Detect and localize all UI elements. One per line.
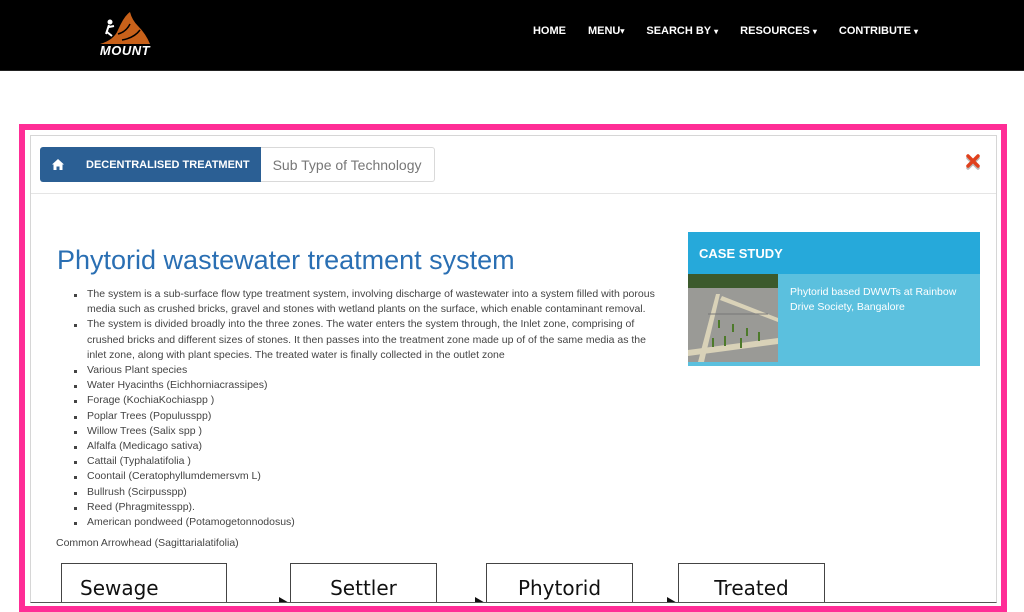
description-list: The system is a sub-surface flow type tr…: [57, 287, 667, 530]
arrow-right-icon: [667, 597, 676, 602]
nav-search-by-label: SEARCH BY: [646, 25, 712, 37]
caret-down-icon: ▾: [812, 26, 817, 36]
caret-down-icon: ▾: [913, 26, 918, 36]
home-icon: [52, 159, 64, 170]
flow-step-phytorid: Phytorid: [486, 563, 633, 602]
modal-panel: DECENTRALISED TREATMENT Sub Type of Tech…: [30, 135, 997, 603]
case-study-image[interactable]: [688, 274, 778, 362]
nav-resources[interactable]: RESOURCES ▾: [729, 25, 828, 37]
nav-search-by[interactable]: SEARCH BY ▾: [635, 25, 729, 37]
nav-home[interactable]: HOME: [522, 25, 577, 37]
list-item: Bullrush (Scirpusspp): [74, 485, 667, 500]
mountain-logo-icon: [100, 12, 150, 44]
list-item: Alfalfa (Medicago sativa): [74, 439, 667, 454]
list-item: Reed (Phragmitesspp).: [74, 500, 667, 515]
arrow-right-icon: [279, 597, 288, 602]
phytorid-bed-photo: [688, 274, 778, 362]
flow-step-sewage: Sewage: [61, 563, 227, 602]
nav-resources-label: RESOURCES: [740, 25, 810, 37]
page-title: Phytorid wastewater treatment system: [57, 245, 515, 275]
close-icon: [966, 154, 980, 170]
nav-contribute[interactable]: CONTRIBUTE ▾: [828, 25, 929, 37]
nav-menu[interactable]: MENU▾: [577, 25, 635, 37]
logo-text: MOUNT: [99, 43, 151, 58]
breadcrumb-sub-type[interactable]: Sub Type of Technology: [260, 147, 435, 182]
list-item: The system is divided broadly into the t…: [74, 317, 667, 363]
nav-home-label: HOME: [532, 25, 566, 37]
breadcrumb-decentralised-treatment[interactable]: DECENTRALISED TREATMENT: [76, 147, 261, 182]
mount-logo[interactable]: MOUNT: [96, 10, 154, 60]
breadcrumb: DECENTRALISED TREATMENT Sub Type of Tech…: [40, 147, 435, 182]
top-navbar: MOUNT HOME MENU▾ SEARCH BY ▾ RESOURCES ▾ C…: [0, 0, 1024, 71]
main-nav: HOME MENU▾ SEARCH BY ▾ RESOURCES ▾ CONTRIB…: [522, 25, 929, 37]
article-content: The system is a sub-surface flow type tr…: [56, 287, 667, 551]
flow-step-settler: Settler: [290, 563, 437, 602]
caret-down-icon: ▾: [714, 26, 719, 36]
list-item: Coontail (Ceratophyllumdemersvm L): [74, 469, 667, 484]
list-item: Poplar Trees (Populusspp): [74, 409, 667, 424]
caret-down-icon: ▾: [620, 26, 625, 36]
trailing-paragraph: Common Arrowhead (Sagittarialatifolia): [56, 537, 239, 550]
breadcrumb-home[interactable]: [40, 147, 76, 182]
list-item: Various Plant species: [74, 363, 667, 378]
list-item: Cattail (Typhalatifolia ): [74, 454, 667, 469]
flow-step-treated: Treated: [678, 563, 825, 602]
close-button[interactable]: [964, 152, 984, 172]
list-item: Willow Trees (Salix spp ): [74, 424, 667, 439]
arrow-right-icon: [475, 597, 484, 602]
case-study-link[interactable]: Phytorid based DWWTs at Rainbow Drive So…: [790, 285, 970, 315]
list-item: The system is a sub-surface flow type tr…: [74, 287, 667, 317]
nav-menu-label: MENU: [587, 25, 621, 37]
list-item: Forage (KochiaKochiaspp ): [74, 393, 667, 408]
highlight-frame: DECENTRALISED TREATMENT Sub Type of Tech…: [19, 124, 1007, 612]
case-study-card[interactable]: CASE STUDY Phytorid based DWWTs at Rainb…: [688, 232, 980, 366]
list-item: Water Hyacinths (Eichhorniacrassipes): [74, 378, 667, 393]
case-study-heading: CASE STUDY: [688, 232, 980, 274]
modal-header: DECENTRALISED TREATMENT Sub Type of Tech…: [31, 136, 996, 194]
list-item: American pondweed (Potamogetonnodosus): [74, 515, 667, 530]
nav-contribute-label: CONTRIBUTE: [838, 25, 911, 37]
